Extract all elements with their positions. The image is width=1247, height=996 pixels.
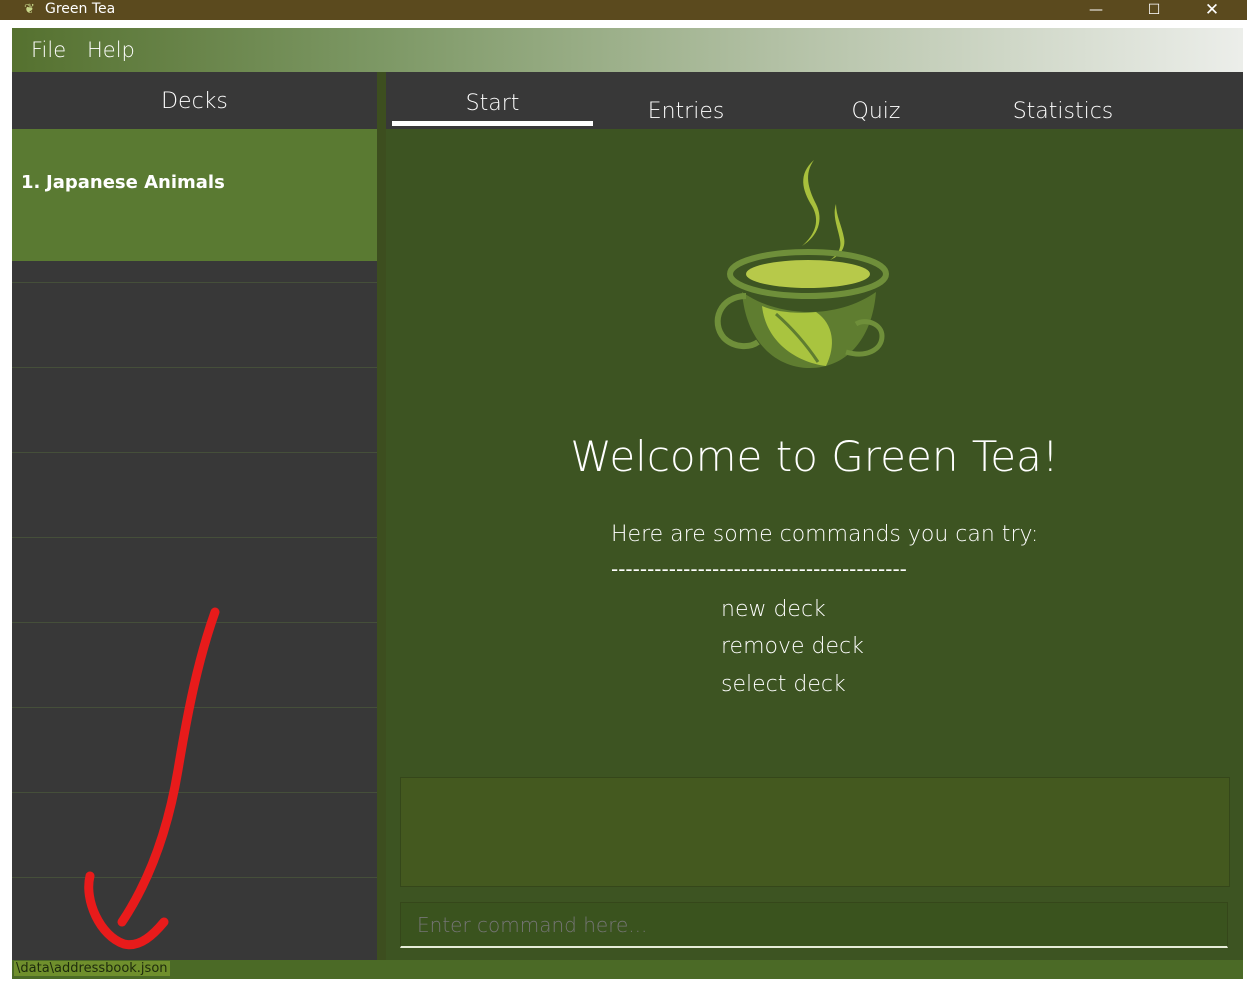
result-display <box>400 777 1230 887</box>
empty-deck-row <box>12 367 377 453</box>
tab-statistics[interactable]: Statistics <box>966 80 1160 129</box>
command-input[interactable] <box>400 902 1228 948</box>
command-suggestion: select deck <box>721 672 846 697</box>
tab-quiz[interactable]: Quiz <box>796 80 956 129</box>
tea-leaf-icon: ❦ <box>24 2 35 17</box>
minimize-button[interactable]: — <box>1073 0 1119 20</box>
deck-index: 1. <box>21 172 41 193</box>
green-tea-cup-icon <box>714 160 889 368</box>
menu-bar: File Help <box>12 28 1243 72</box>
empty-deck-row <box>12 282 377 368</box>
maximize-button[interactable]: ☐ <box>1131 0 1177 20</box>
command-hint: Here are some commands you can try: <box>611 522 1039 547</box>
deck-name: Japanese Animals <box>46 172 225 193</box>
decks-header: Decks <box>161 89 228 114</box>
menu-help[interactable]: Help <box>87 38 135 62</box>
menu-file[interactable]: File <box>31 38 66 62</box>
tab-start[interactable]: Start <box>392 72 593 126</box>
main-panel: Start Entries Quiz Statistics Welcome to… <box>386 72 1243 960</box>
title-bar: ❦ Green Tea — ☐ ✕ <box>0 0 1247 20</box>
split-pane-divider[interactable] <box>377 72 386 960</box>
command-suggestion: new deck <box>721 597 826 622</box>
red-arrow-annotation <box>84 607 220 950</box>
welcome-title: Welcome to Green Tea! <box>570 432 1059 481</box>
window-title: Green Tea <box>45 1 116 17</box>
save-location-path: \data\addressbook.json <box>14 961 170 976</box>
close-button[interactable]: ✕ <box>1189 0 1235 20</box>
tab-entries[interactable]: Entries <box>596 80 776 129</box>
status-bar: \data\addressbook.json <box>12 960 1243 979</box>
tab-bar: Start Entries Quiz Statistics <box>386 72 1243 129</box>
empty-deck-row <box>12 452 377 538</box>
hint-divider: ----------------------------------------… <box>611 557 907 581</box>
command-suggestion: remove deck <box>721 634 864 659</box>
deck-item[interactable]: 1. Japanese Animals <box>12 129 377 261</box>
